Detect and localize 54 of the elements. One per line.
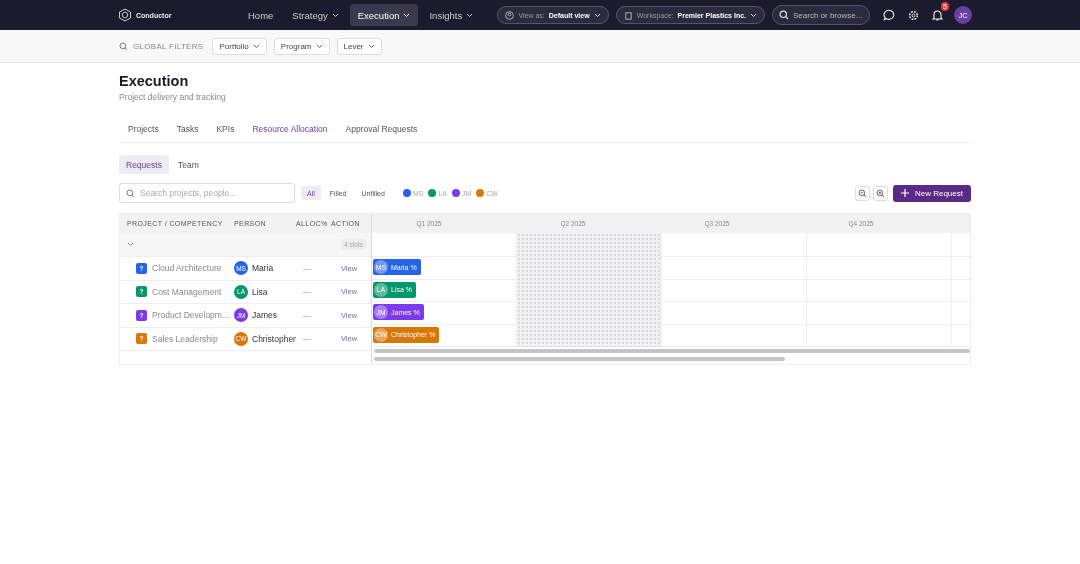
person-name: James	[252, 310, 278, 321]
tab[interactable]: Tasks	[167, 116, 208, 142]
person-name: Lisa	[252, 286, 268, 297]
zoom-out-button[interactable]	[854, 185, 870, 201]
project-name: Cost Management	[152, 286, 222, 297]
caret-icon	[331, 12, 339, 18]
filter-dropdown[interactable]: Program	[273, 37, 330, 55]
allocation-value: —	[303, 263, 311, 273]
allocation-value: —	[303, 310, 311, 320]
filter-dropdown[interactable]: Lever	[336, 37, 382, 55]
page-title: Execution	[119, 72, 190, 90]
filters-label: GLOBAL FILTERS	[133, 41, 204, 51]
bell-icon[interactable]	[932, 9, 943, 21]
plus-icon	[900, 189, 909, 197]
caret-icon	[403, 12, 411, 18]
tab[interactable]: Projects	[119, 116, 168, 142]
nav-menu-item[interactable]: Strategy	[284, 4, 347, 26]
zoom-in-icon	[875, 188, 885, 198]
caret-icon	[593, 12, 601, 18]
building-icon	[623, 10, 633, 20]
allocation-value: —	[303, 334, 311, 344]
caret-icon	[315, 43, 323, 49]
search-field[interactable]: Search projects, people...	[119, 183, 295, 203]
logo-icon	[118, 8, 132, 22]
tab[interactable]: Approval Requests	[336, 116, 427, 142]
nav-menu-item[interactable]: Execution	[349, 4, 419, 26]
zoom-in-button[interactable]	[872, 185, 888, 201]
zoom-out-icon	[857, 188, 867, 198]
horizontal-scrollbar[interactable]	[372, 347, 970, 355]
sub-tab[interactable]: Team	[170, 155, 206, 174]
page-subtitle: Project delivery and tracking	[119, 92, 227, 102]
allocation-value: —	[303, 287, 311, 297]
person-name: Christopher	[252, 333, 296, 344]
global-search-field[interactable]: Search or browse...	[772, 5, 870, 25]
new-request-button[interactable]: New Request	[892, 184, 971, 202]
filter-dropdown[interactable]: Portfolio	[212, 37, 267, 55]
caret-icon	[252, 43, 260, 49]
caret-icon	[466, 12, 474, 18]
person-name: Maria	[252, 263, 274, 274]
settings-icon[interactable]	[908, 9, 919, 21]
user-icon	[505, 10, 515, 20]
project-name: Sales Leadership	[152, 333, 218, 344]
nav-menu-item[interactable]: Home	[240, 4, 282, 26]
tab[interactable]: KPIs	[207, 116, 244, 142]
caret-icon	[367, 43, 375, 49]
tab[interactable]: Resource Allocation	[243, 116, 337, 142]
project-name: Cloud Architecture	[152, 263, 222, 274]
chevron-down-icon[interactable]	[127, 242, 134, 247]
caret-icon	[750, 12, 757, 18]
search-icon	[119, 41, 128, 51]
chat-icon[interactable]	[883, 9, 895, 21]
sub-tab[interactable]: Requests	[119, 155, 169, 174]
nav-menu-item[interactable]: Insights	[421, 4, 482, 26]
project-name: Product Developm...	[152, 310, 229, 321]
